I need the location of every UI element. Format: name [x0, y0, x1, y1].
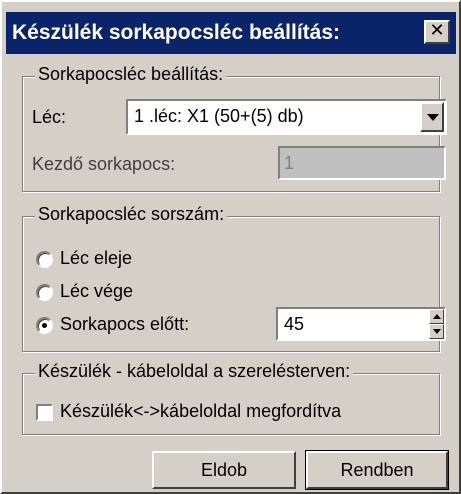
radio-lec-eleje-label: Léc eleje: [60, 248, 133, 268]
radio-lec-vege[interactable]: Léc vége: [36, 281, 216, 305]
checkbox-box: [36, 404, 53, 421]
cable-side-group-label: Készülék - kábeloldal a szerelésterven:: [35, 361, 354, 382]
spin-down-icon[interactable]: [429, 324, 444, 339]
dialog-title: Készülék sorkapocsléc beállítás:: [12, 21, 340, 44]
number-group-label: Sorkapocsléc sorszám:: [35, 204, 228, 225]
lec-label: Léc:: [32, 107, 67, 127]
close-icon: ✕: [429, 20, 445, 41]
cable-side-flip-checkbox[interactable]: Készülék<->kábeloldal megfordítva: [36, 401, 416, 425]
radio-sorkapocs-elott-label: Sorkapocs előtt:: [60, 314, 190, 334]
radio-circle: [36, 284, 53, 301]
terminal-number-value: 45: [284, 314, 305, 334]
title-bar[interactable]: Készülék sorkapocsléc beállítás: ✕: [6, 12, 456, 54]
radio-lec-eleje[interactable]: Léc eleje: [36, 248, 216, 272]
start-terminal-input[interactable]: 1: [278, 146, 446, 180]
close-button[interactable]: ✕: [424, 20, 450, 44]
radio-lec-vege-label: Léc vége: [60, 281, 134, 301]
cancel-button[interactable]: Eldob: [152, 451, 296, 489]
settings-group-label: Sorkapocsléc beállítás:: [35, 64, 227, 85]
spinner-buttons: [429, 309, 444, 339]
radio-sorkapocs-elott[interactable]: Sorkapocs előtt:: [36, 314, 256, 338]
lec-select[interactable]: 1 .léc: X1 (50+(5) db): [126, 99, 447, 135]
terminal-number-spinner[interactable]: 45: [276, 307, 446, 341]
lec-select-value: 1 .léc: X1 (50+(5) db): [134, 106, 304, 126]
ok-button[interactable]: Rendben: [305, 450, 449, 490]
radio-circle: [36, 251, 53, 268]
chevron-down-icon[interactable]: [420, 102, 444, 132]
spin-up-icon[interactable]: [429, 309, 444, 324]
start-terminal-label: Kezdő sorkapocs:: [32, 154, 176, 174]
radio-circle-checked: [36, 317, 53, 334]
cable-side-flip-label: Készülék<->kábeloldal megfordítva: [60, 401, 342, 421]
dialog-window: Készülék sorkapocsléc beállítás: ✕ Sorka…: [0, 0, 461, 494]
